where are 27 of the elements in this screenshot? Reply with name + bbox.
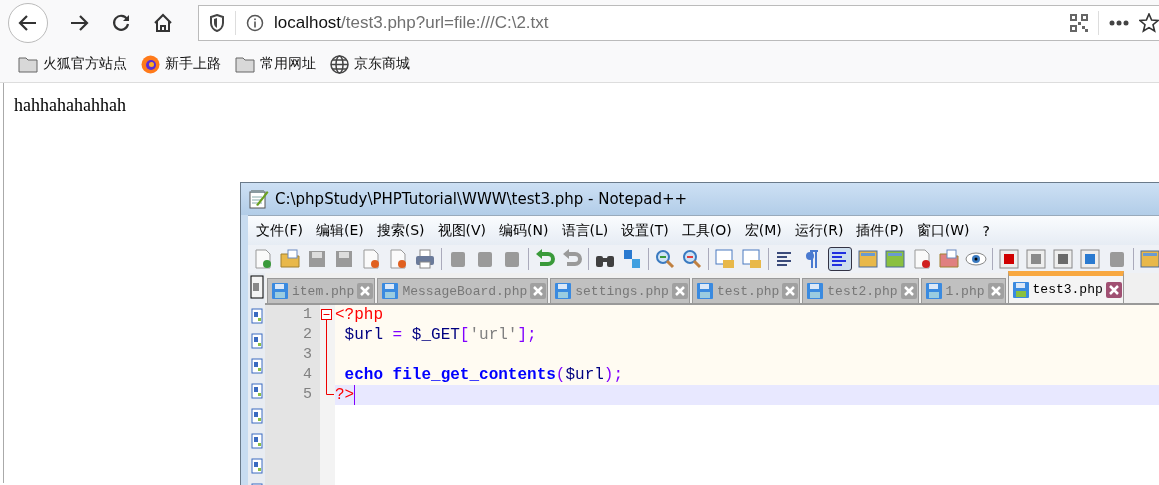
menu-item[interactable]: 工具(O) (675, 221, 738, 240)
bookmark[interactable]: 新手上路 (141, 54, 221, 74)
menu-item[interactable]: 文件(F) (250, 221, 309, 240)
bookmark[interactable]: 京东商城 (330, 54, 410, 74)
line-number: 2 (302, 325, 313, 345)
menu-item[interactable]: 编辑(E) (310, 221, 370, 240)
page-text: hahhahahahhah (13, 94, 127, 116)
menu-item[interactable]: 窗口(W) (910, 221, 976, 240)
address-bar[interactable]: localhost/test3.php?url=file:///C:\2.txt (198, 5, 1159, 41)
menu-item[interactable]: 搜索(S) (370, 221, 431, 240)
file-tab[interactable]: test3.php (1007, 271, 1124, 303)
line-number: 5 (302, 385, 313, 405)
window-title: C:\phpStudy\PHPTutorial\WWW\test3.php - Notepad++ (275, 190, 688, 208)
menu-item[interactable]: 语言(L) (555, 221, 615, 240)
menu-item[interactable]: 编码(N) (493, 221, 555, 240)
menu-item[interactable]: 视图(V) (431, 221, 493, 240)
url-text: localhost/test3.php?url=file:///C:\2.txt (274, 13, 549, 33)
menu-item[interactable]: 运行(R) (788, 221, 850, 240)
menu-item[interactable]: 宏(M) (738, 221, 788, 240)
line-number: 1 (302, 305, 313, 325)
menu-item[interactable]: 插件(P) (850, 221, 910, 240)
line-number: 4 (302, 365, 313, 385)
menu-item[interactable]: ? (976, 222, 996, 239)
bookmark[interactable]: 常用网址 (235, 55, 316, 73)
menu-item[interactable]: 设置(T) (615, 221, 675, 240)
line-number: 3 (302, 345, 313, 365)
bookmark[interactable]: 火狐官方站点 (18, 55, 127, 73)
